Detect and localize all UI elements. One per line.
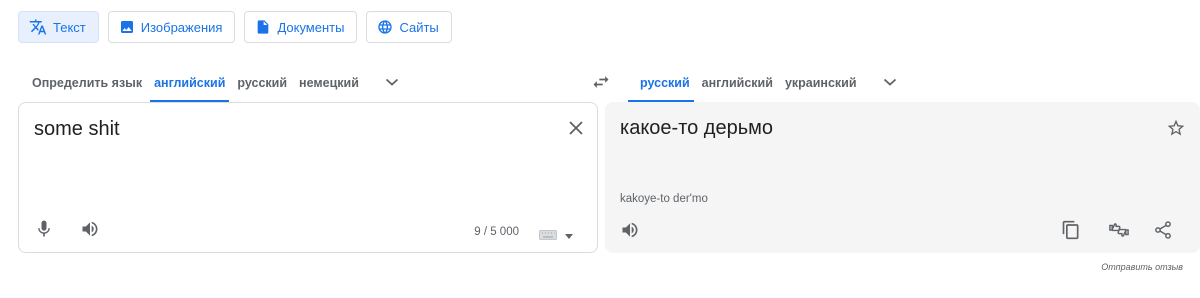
target-lang-russian[interactable]: русский — [626, 64, 696, 102]
swap-arrows-icon — [591, 76, 611, 96]
globe-icon — [377, 19, 393, 35]
save-translation-button[interactable] — [1166, 118, 1186, 143]
target-lang-ukrainian[interactable]: украинский — [779, 64, 863, 102]
source-language-bar: Определить язык английский русский немец… — [18, 64, 411, 102]
mode-text-button[interactable]: Текст — [18, 11, 99, 43]
listen-source-button[interactable] — [80, 219, 100, 244]
source-lang-detect[interactable]: Определить язык — [18, 64, 148, 102]
mode-text-label: Текст — [53, 19, 86, 35]
copy-icon — [1061, 220, 1081, 244]
mode-documents-button[interactable]: Документы — [244, 11, 358, 43]
mode-tabs: Текст Изображения Документы Сайты — [18, 11, 452, 43]
input-tools-button[interactable] — [539, 227, 573, 245]
document-icon — [255, 19, 271, 35]
send-feedback-link[interactable]: Отправить отзыв — [1101, 262, 1183, 272]
chevron-down-icon — [883, 74, 897, 92]
target-language-bar: русский английский украинский — [626, 64, 909, 102]
translation-text: какое-то дерьмо — [620, 117, 774, 139]
character-counter: 9 / 5 000 — [474, 226, 519, 238]
target-panel: какое-то дерьмо kakoye-to der'mo — [605, 102, 1200, 253]
source-lang-russian[interactable]: русский — [231, 64, 293, 102]
close-icon — [569, 121, 583, 139]
mode-sites-label: Сайты — [399, 19, 439, 35]
mode-sites-button[interactable]: Сайты — [366, 11, 452, 43]
speaker-icon — [620, 222, 640, 244]
source-panel: some shit 9 / 5 000 — [18, 102, 598, 253]
microphone-icon — [34, 220, 54, 243]
thumbs-up-down-icon — [1108, 223, 1130, 244]
transliteration-text: kakoye-to der'mo — [620, 193, 708, 205]
voice-input-button[interactable] — [34, 219, 54, 244]
mode-images-label: Изображения — [140, 19, 223, 35]
translate-icon — [29, 18, 47, 36]
image-icon — [119, 19, 135, 35]
mode-images-button[interactable]: Изображения — [107, 11, 236, 43]
source-lang-english[interactable]: английский — [148, 64, 231, 102]
target-lang-more-button[interactable] — [863, 64, 909, 102]
source-lang-german[interactable]: немецкий — [293, 64, 365, 102]
keyboard-icon — [539, 227, 557, 245]
mode-documents-label: Документы — [277, 19, 345, 35]
speaker-icon — [80, 221, 100, 243]
share-icon — [1153, 221, 1173, 244]
chevron-down-icon — [385, 74, 399, 92]
source-text-input[interactable]: some shit — [34, 118, 120, 141]
source-lang-more-button[interactable] — [365, 64, 411, 102]
listen-translation-button[interactable] — [620, 220, 640, 245]
rate-translation-button[interactable] — [1108, 220, 1130, 245]
copy-translation-button[interactable] — [1061, 220, 1081, 245]
target-lang-english[interactable]: английский — [696, 64, 779, 102]
clear-text-button[interactable] — [569, 121, 583, 140]
swap-languages-button[interactable] — [591, 72, 611, 92]
star-icon — [1166, 119, 1186, 142]
share-translation-button[interactable] — [1153, 220, 1173, 245]
chevron-down-icon — [565, 227, 573, 245]
